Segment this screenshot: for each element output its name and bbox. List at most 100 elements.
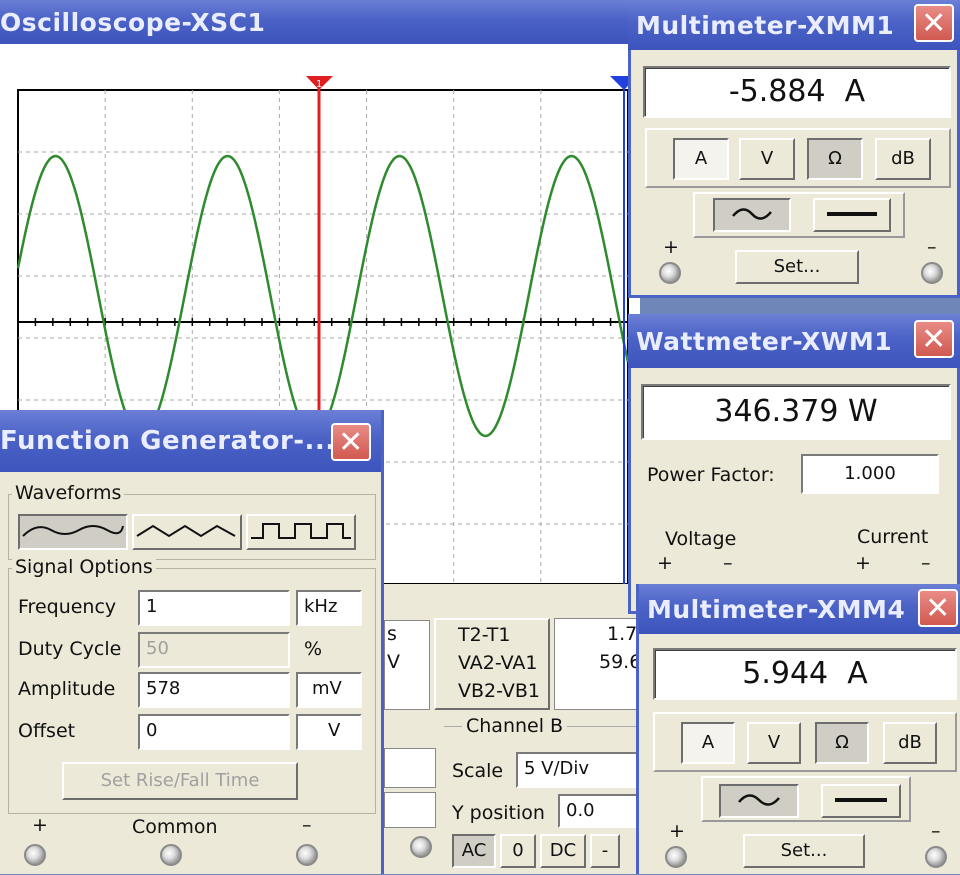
fg-plus-terminal-icon[interactable]	[24, 844, 46, 866]
xmm1-plus-label: +	[663, 236, 679, 258]
xmm1-plus-terminal-icon[interactable]	[659, 262, 681, 284]
channel-b-ypos-field[interactable]: 0.0	[558, 794, 640, 828]
frequency-field[interactable]: 1	[138, 590, 290, 626]
multimeter-xmm4-close-button[interactable]: ✕	[918, 589, 958, 627]
cursor-1-marker-label: 1	[316, 79, 322, 90]
xmm4-ammeter-button[interactable]: A	[681, 722, 735, 764]
triangle-wave-button[interactable]	[132, 514, 242, 550]
voltage-minus-label: –	[723, 552, 733, 574]
multimeter-xmm1-close-button[interactable]: ✕	[914, 4, 954, 42]
waveforms-label: Waveforms	[12, 482, 125, 504]
readout-t2-t1-value: 1.7	[607, 623, 638, 645]
channel-b-ac-button[interactable]: AC	[452, 834, 496, 868]
power-factor-field: 1.000	[801, 454, 939, 494]
fg-minus-label: –	[302, 814, 312, 836]
multimeter-xmm4-title: Multimeter-XMM4	[647, 594, 906, 624]
sine-wave-icon	[22, 525, 124, 537]
multimeter-xmm4-titlebar[interactable]: Multimeter-XMM4 ✕	[639, 584, 960, 634]
wattmeter-window: Wattmeter-XWM1 ✕ 346.379 W Power Factor:…	[628, 314, 960, 614]
xmm1-ohmmeter-button[interactable]: Ω	[807, 138, 863, 180]
signal-options-label: Signal Options	[12, 556, 156, 578]
duty-cycle-label: Duty Cycle	[18, 638, 122, 660]
amplitude-field[interactable]: 578	[138, 672, 290, 708]
xmm4-voltmeter-button[interactable]: V	[747, 722, 801, 764]
readout-table-left: s V	[384, 620, 430, 710]
xmm4-plus-terminal-icon[interactable]	[665, 846, 687, 868]
xmm1-db-button[interactable]: dB	[875, 138, 931, 180]
channel-b-scale-field[interactable]: 5 V/Div	[516, 752, 640, 788]
frequency-label: Frequency	[18, 596, 117, 618]
sine-wave-button[interactable]	[18, 514, 128, 550]
xmm1-minus-terminal-icon[interactable]	[921, 262, 943, 284]
channel-b-minus-button[interactable]: -	[590, 834, 620, 868]
amplitude-unit-field[interactable]: mV	[296, 672, 362, 708]
channel-a-partial-field-1[interactable]	[384, 748, 436, 788]
dc-line-icon	[827, 212, 877, 216]
xmm1-minus-label: –	[927, 236, 937, 258]
multimeter-xmm1-window: Multimeter-XMM1 ✕ -5.884 A A V Ω dB + – …	[628, 0, 960, 298]
wattmeter-reading: 346.379 W	[641, 384, 951, 440]
duty-cycle-unit: %	[304, 638, 323, 660]
xmm4-minus-label: –	[931, 820, 941, 842]
current-label: Current	[857, 526, 929, 548]
readout-row-labels: T2-T1 VA2-VA1 VB2-VB1	[434, 618, 550, 710]
channel-b-ypos-label: Y position	[452, 802, 545, 824]
fg-common-label: Common	[132, 816, 218, 838]
offset-unit-field[interactable]: V	[296, 714, 362, 750]
xmm4-plus-label: +	[669, 820, 685, 842]
xmm1-dc-button[interactable]	[813, 198, 891, 232]
readout-label-vb2-vb1: VB2-VB1	[458, 680, 540, 702]
current-minus-label: –	[921, 552, 931, 574]
fg-plus-label: +	[32, 814, 48, 836]
xmm4-ohmmeter-button[interactable]: Ω	[815, 722, 869, 764]
duty-cycle-field: 50	[138, 632, 290, 668]
voltage-label: Voltage	[665, 528, 737, 550]
readout-table-right: 1.7 59.6	[554, 618, 641, 710]
xmm1-set-button[interactable]: Set...	[735, 250, 859, 284]
xmm4-dc-button[interactable]	[821, 784, 901, 818]
channel-b-dc-button[interactable]: DC	[540, 834, 586, 868]
power-factor-label: Power Factor:	[647, 464, 775, 486]
fg-common-terminal-icon[interactable]	[160, 844, 182, 866]
channel-b-header: Channel B	[462, 715, 568, 737]
frequency-unit-field[interactable]: kHz	[296, 590, 362, 626]
channel-b-scale-label: Scale	[452, 760, 504, 782]
ac-sine-icon	[738, 794, 780, 806]
xmm1-ac-button[interactable]	[713, 198, 791, 232]
xmm1-ammeter-button[interactable]: A	[673, 138, 729, 180]
dc-line-icon	[835, 798, 887, 802]
offset-label: Offset	[18, 720, 76, 742]
wattmeter-titlebar[interactable]: Wattmeter-XWM1 ✕	[628, 314, 960, 368]
readout-label-t2-t1: T2-T1	[458, 624, 511, 646]
function-generator-titlebar[interactable]: Function Generator-... ✕	[0, 410, 381, 472]
channel-b-zero-button[interactable]: 0	[500, 834, 536, 868]
readout-va-unit: V	[387, 651, 400, 673]
channel-a-partial-field-2[interactable]	[384, 792, 436, 828]
readout-label-va2-va1: VA2-VA1	[458, 652, 538, 674]
xmm4-set-button[interactable]: Set...	[743, 834, 865, 868]
multimeter-xmm4-window: Multimeter-XMM4 ✕ 5.944 A A V Ω dB + – S…	[636, 584, 960, 874]
function-generator-close-button[interactable]: ✕	[331, 423, 371, 461]
amplitude-label: Amplitude	[18, 678, 116, 700]
oscilloscope-title: Oscilloscope-XSC1	[0, 7, 266, 37]
ac-sine-icon	[732, 208, 772, 220]
fg-minus-terminal-icon[interactable]	[296, 844, 318, 866]
offset-field[interactable]: 0	[138, 714, 290, 750]
readout-t-unit: s	[387, 623, 397, 645]
wattmeter-close-button[interactable]: ✕	[914, 320, 954, 358]
current-plus-label: +	[855, 552, 871, 574]
xmm1-voltmeter-button[interactable]: V	[739, 138, 795, 180]
channel-a-terminal-icon[interactable]	[410, 836, 432, 858]
function-generator-title: Function Generator-...	[0, 426, 336, 456]
set-rise-fall-time-button: Set Rise/Fall Time	[62, 762, 298, 800]
xmm4-db-button[interactable]: dB	[883, 722, 937, 764]
oscilloscope-titlebar[interactable]: Oscilloscope-XSC1	[0, 0, 640, 44]
xmm4-minus-terminal-icon[interactable]	[925, 846, 947, 868]
square-wave-icon	[251, 523, 351, 539]
square-wave-button[interactable]	[246, 514, 356, 550]
voltage-plus-label: +	[657, 552, 673, 574]
multimeter-xmm1-title: Multimeter-XMM1	[636, 10, 895, 40]
wattmeter-title: Wattmeter-XWM1	[636, 326, 893, 356]
xmm4-ac-button[interactable]	[719, 784, 799, 818]
multimeter-xmm1-titlebar[interactable]: Multimeter-XMM1 ✕	[628, 0, 960, 50]
